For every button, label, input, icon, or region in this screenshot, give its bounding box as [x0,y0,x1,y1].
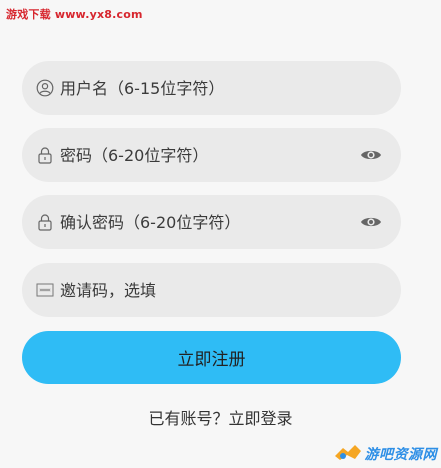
brand-watermark: 游吧资源网 [333,442,438,466]
abc-keyboard-icon [34,279,56,301]
login-prompt: 已有账号？立即登录 [0,405,441,429]
invite-code-input[interactable] [60,280,383,300]
user-icon [34,77,56,99]
invite-code-field[interactable] [22,263,401,317]
watermark-top: 游戏下载 www.yx8.com [6,8,143,21]
password-field[interactable] [22,128,401,182]
logo-icon [333,442,363,466]
lock-icon [34,144,56,166]
username-input[interactable] [60,78,383,98]
username-field[interactable] [22,61,401,115]
confirm-password-field[interactable] [22,195,401,249]
login-prompt-text: 已有账号？ [148,409,229,428]
register-button[interactable]: 立即注册 [22,331,401,384]
password-input[interactable] [60,145,359,165]
brand-text: 游吧资源网 [364,447,437,463]
lock-icon [34,211,56,233]
eye-icon[interactable] [359,213,383,231]
confirm-password-input[interactable] [60,212,359,232]
login-link[interactable]: 立即登录 [229,409,293,428]
eye-icon[interactable] [359,146,383,164]
